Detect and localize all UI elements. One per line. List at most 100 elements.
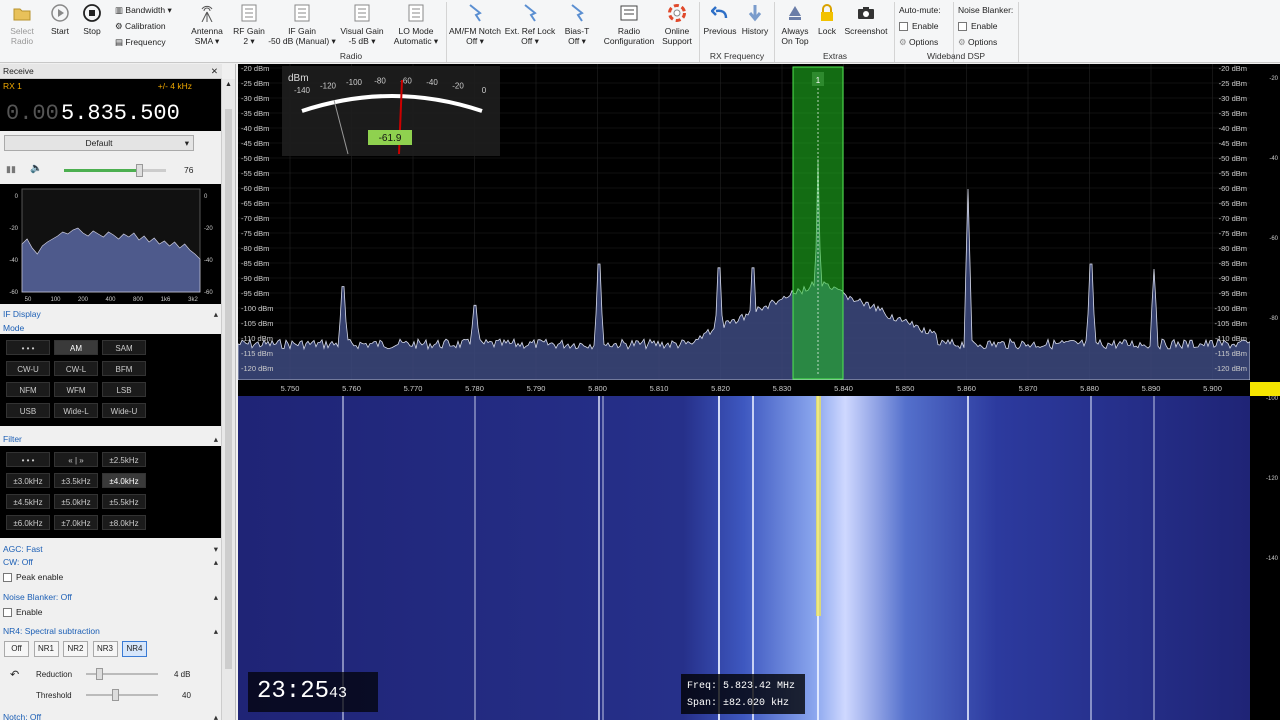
filter-button[interactable]: ±2.5kHz	[102, 452, 146, 467]
nb-enable-row[interactable]: Enable	[3, 607, 42, 618]
db-label-right: -35 dBm	[1219, 109, 1247, 118]
radio-configuration-button[interactable]: Radio Configuration	[600, 2, 658, 50]
nr-button[interactable]: Off	[4, 641, 29, 657]
receive-header[interactable]: Receive ✕	[0, 64, 222, 79]
bandwidth-button[interactable]: ▥ Bandwidth ▾	[115, 2, 172, 18]
lo-mode-button[interactable]: LO Mode Automatic ▾	[390, 2, 442, 50]
reset-arrow-icon[interactable]: ↶	[10, 668, 19, 681]
mode-button[interactable]: LSB	[102, 382, 146, 397]
peak-enable-row[interactable]: Peak enable	[3, 572, 63, 583]
mode-button[interactable]: USB	[6, 403, 50, 418]
noise-blanker-checkbox[interactable]	[958, 22, 967, 32]
mode-button[interactable]: SAM	[102, 340, 146, 355]
mode-button[interactable]: WFM	[54, 382, 98, 397]
screenshot-button[interactable]: Screenshot	[842, 2, 890, 50]
select-radio-button[interactable]: Select Radio	[4, 2, 40, 50]
nr-button[interactable]: NR3	[92, 641, 118, 657]
bias-t-button[interactable]: Bias-T Off ▾	[560, 2, 594, 50]
always-on-top-button[interactable]: Always On Top	[778, 2, 812, 50]
amfm-notch-button[interactable]: AM/FM Notch Off ▾	[448, 2, 502, 50]
volume-slider[interactable]	[64, 164, 166, 177]
audio-y-label: 0	[15, 194, 19, 200]
nr4-header[interactable]: NR4: Spectral subtraction ▴	[0, 625, 222, 638]
notch-header[interactable]: Notch: Off ▴	[0, 711, 222, 720]
rf-gain-button[interactable]: RF Gain 2 ▾	[232, 2, 266, 50]
filter-button[interactable]: « | »	[54, 452, 98, 467]
rf-gain-value: 2 ▾	[243, 36, 255, 46]
if-gain-button[interactable]: IF Gain -50 dB (Manual) ▾	[268, 2, 336, 50]
mode-button[interactable]: • • •	[6, 340, 50, 355]
threshold-slider[interactable]	[86, 689, 158, 701]
noise-blanker-group: Noise Blanker: Enable ⚙ Options	[958, 2, 1013, 50]
filter-button[interactable]: ±8.0kHz	[102, 515, 146, 530]
peak-enable-checkbox[interactable]	[3, 573, 12, 583]
frequency-button[interactable]: ▤ Frequency	[115, 34, 172, 50]
mode-button[interactable]: AM	[54, 340, 98, 355]
nb-enable-checkbox[interactable]	[3, 608, 12, 618]
filter-button[interactable]: • • •	[6, 452, 50, 467]
speaker-icon[interactable]: 🔈	[30, 163, 42, 174]
mode-button[interactable]: CW-L	[54, 361, 98, 376]
start-label: Start	[51, 26, 69, 36]
history-button[interactable]: History	[740, 2, 770, 50]
auto-mute-options[interactable]: ⚙ Options	[899, 34, 941, 50]
mode-button[interactable]: Wide-U	[102, 403, 146, 418]
equalizer-icon[interactable]: ▮▮	[6, 164, 16, 175]
auto-mute-checkbox[interactable]	[899, 22, 908, 32]
calibration-button[interactable]: ⚙ Calibration	[115, 18, 172, 34]
close-icon[interactable]: ✕	[211, 64, 218, 79]
mode-button[interactable]: BFM	[102, 361, 146, 376]
mode-button[interactable]: CW-U	[6, 361, 50, 376]
threshold-thumb[interactable]	[112, 689, 119, 701]
ext-ref-lock-button[interactable]: Ext. Ref Lock Off ▾	[504, 2, 556, 50]
separator	[1018, 2, 1019, 62]
nr-button[interactable]: NR4	[122, 641, 147, 657]
scroll-up-icon[interactable]: ▲	[225, 81, 232, 88]
filter-button[interactable]: ±7.0kHz	[54, 515, 98, 530]
filter-button[interactable]: ±6.0kHz	[6, 515, 50, 530]
bandwidth-label: Bandwidth	[125, 5, 166, 15]
spectrum-display[interactable]: 1 -20 dBm -20 dBm -25 dBm -25 dBm -30 dBm -30…	[237, 64, 1251, 381]
noise-blanker-options[interactable]: ⚙ Options	[958, 34, 1013, 50]
filter-button[interactable]: ±3.0kHz	[6, 473, 50, 488]
auto-mute-enable[interactable]: Enable	[899, 18, 941, 34]
stop-button[interactable]: Stop	[78, 2, 106, 50]
online-support-button[interactable]: Online Support	[658, 2, 696, 50]
filter-header[interactable]: Filter ▴	[0, 433, 222, 446]
cw-header[interactable]: CW: Off ▴	[0, 556, 222, 569]
filter-button[interactable]: ±5.0kHz	[54, 494, 98, 509]
nr-button[interactable]: NR2	[63, 641, 88, 657]
agc-header[interactable]: AGC: Fast ▾	[0, 543, 222, 556]
start-button[interactable]: Start	[46, 2, 74, 50]
left-panel-scrollbar[interactable]: ▲	[221, 79, 235, 720]
noise-blanker-enable[interactable]: Enable	[958, 18, 1013, 34]
volume-thumb[interactable]	[136, 164, 143, 177]
noise-blanker-panel-header[interactable]: Noise Blanker: Off ▴	[0, 591, 222, 604]
select-radio-label-2: Radio	[10, 36, 34, 46]
waterfall-display[interactable]	[238, 396, 1250, 720]
lock-button[interactable]: Lock	[814, 2, 840, 50]
reduction-thumb[interactable]	[96, 668, 103, 680]
previous-button[interactable]: Previous	[702, 2, 738, 50]
reduction-slider[interactable]	[86, 668, 158, 680]
mode-button[interactable]: NFM	[6, 382, 50, 397]
antenna-button[interactable]: Antenna SMA ▾	[188, 2, 226, 50]
frequency-axis[interactable]: 5.750 5.760 5.770 5.780 5.790 5.800 5.810 5.820…	[238, 380, 1250, 396]
audio-spectrum: 0 0 -20 -20 -40 -40 -60 -60 50 100 200 400 800 1k6 3k2	[0, 184, 222, 304]
frequency-leading-digits[interactable]: 0.00	[6, 101, 59, 126]
wf-scale-marker[interactable]	[1250, 382, 1280, 396]
filter-button[interactable]: ±4.5kHz	[6, 494, 50, 509]
audio-y-label-right: -40	[204, 258, 213, 264]
profile-dropdown[interactable]: Default ▾	[4, 135, 194, 151]
notch-icon	[465, 3, 485, 23]
frequency-digits[interactable]: 5.835.500	[61, 101, 180, 126]
filter-button[interactable]: ±4.0kHz	[102, 473, 146, 488]
if-display-header[interactable]: IF Display ▴	[0, 308, 222, 321]
meter-scale-label: -40	[426, 78, 438, 87]
filter-button[interactable]: ±3.5kHz	[54, 473, 98, 488]
filter-button[interactable]: ±5.5kHz	[102, 494, 146, 509]
nr-button[interactable]: NR1	[33, 641, 59, 657]
visual-gain-button[interactable]: Visual Gain -5 dB ▾	[338, 2, 386, 50]
mode-button[interactable]: Wide-L	[54, 403, 98, 418]
scrollbar-thumb[interactable]	[225, 109, 232, 669]
